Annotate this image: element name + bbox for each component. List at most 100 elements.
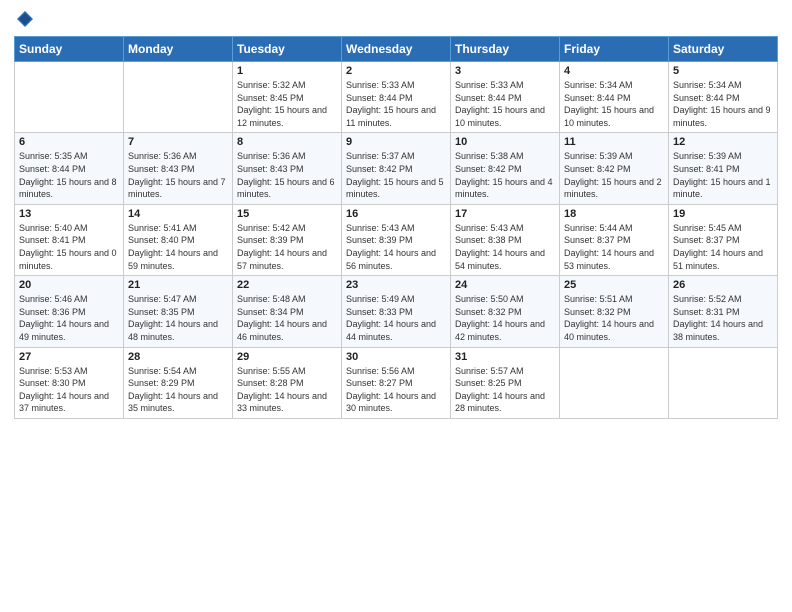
calendar-week-4: 20 Sunrise: 5:46 AM Sunset: 8:36 PM Dayli…	[15, 276, 778, 347]
calendar-cell: 29Sunrise: 5:55 AM Sunset: 8:28 PM Dayli…	[233, 347, 342, 418]
day-info: Sunrise: 5:40 AM Sunset: 8:41 PM Dayligh…	[19, 222, 119, 272]
weekday-header-sunday: Sunday	[15, 37, 124, 62]
day-number: 28	[128, 351, 228, 363]
day-number: 25	[564, 279, 664, 291]
day-number: 22	[237, 279, 337, 291]
day-info: Sunrise: 5:39 AM Sunset: 8:41 PM Dayligh…	[673, 150, 773, 200]
calendar-cell: 14 Sunrise: 5:41 AM Sunset: 8:40 PM Dayli…	[124, 204, 233, 275]
calendar-cell: 4 Sunrise: 5:34 AM Sunset: 8:44 PM Daylig…	[560, 62, 669, 133]
logo	[14, 10, 34, 28]
calendar-cell: 21 Sunrise: 5:47 AM Sunset: 8:35 PM Dayli…	[124, 276, 233, 347]
day-number: 17	[455, 208, 555, 220]
day-number: 20	[19, 279, 119, 291]
day-number: 31	[455, 351, 555, 363]
day-info: Sunrise: 5:38 AM Sunset: 8:42 PM Dayligh…	[455, 150, 555, 200]
day-info: Sunrise: 5:57 AM Sunset: 8:25 PM Dayligh…	[455, 365, 555, 415]
calendar-cell: 24 Sunrise: 5:50 AM Sunset: 8:32 PM Dayli…	[451, 276, 560, 347]
weekday-header-tuesday: Tuesday	[233, 37, 342, 62]
day-number: 10	[455, 136, 555, 148]
calendar-cell: 12Sunrise: 5:39 AM Sunset: 8:41 PM Dayli…	[669, 133, 778, 204]
day-number: 26	[673, 279, 773, 291]
weekday-header-friday: Friday	[560, 37, 669, 62]
weekday-header-row: SundayMondayTuesdayWednesdayThursdayFrid…	[15, 37, 778, 62]
weekday-header-monday: Monday	[124, 37, 233, 62]
day-info: Sunrise: 5:41 AM Sunset: 8:40 PM Dayligh…	[128, 222, 228, 272]
header	[14, 10, 778, 28]
calendar-cell: 26 Sunrise: 5:52 AM Sunset: 8:31 PM Dayli…	[669, 276, 778, 347]
day-info: Sunrise: 5:32 AM Sunset: 8:45 PM Dayligh…	[237, 79, 337, 129]
calendar-cell: 10 Sunrise: 5:38 AM Sunset: 8:42 PM Dayli…	[451, 133, 560, 204]
day-info: Sunrise: 5:52 AM Sunset: 8:31 PM Dayligh…	[673, 293, 773, 343]
day-info: Sunrise: 5:33 AM Sunset: 8:44 PM Dayligh…	[455, 79, 555, 129]
calendar-cell: 5 Sunrise: 5:34 AM Sunset: 8:44 PM Daylig…	[669, 62, 778, 133]
day-number: 9	[346, 136, 446, 148]
day-number: 8	[237, 136, 337, 148]
day-number: 2	[346, 65, 446, 77]
calendar-cell: 18 Sunrise: 5:44 AM Sunset: 8:37 PM Dayli…	[560, 204, 669, 275]
day-info: Sunrise: 5:44 AM Sunset: 8:37 PM Dayligh…	[564, 222, 664, 272]
day-info: Sunrise: 5:36 AM Sunset: 8:43 PM Dayligh…	[128, 150, 228, 200]
day-number: 18	[564, 208, 664, 220]
day-number: 16	[346, 208, 446, 220]
calendar-cell: 25 Sunrise: 5:51 AM Sunset: 8:32 PM Dayli…	[560, 276, 669, 347]
day-number: 24	[455, 279, 555, 291]
day-number: 5	[673, 65, 773, 77]
calendar-cell: 6 Sunrise: 5:35 AM Sunset: 8:44 PM Daylig…	[15, 133, 124, 204]
calendar-cell: 22Sunrise: 5:48 AM Sunset: 8:34 PM Dayli…	[233, 276, 342, 347]
calendar-week-2: 6 Sunrise: 5:35 AM Sunset: 8:44 PM Daylig…	[15, 133, 778, 204]
day-number: 15	[237, 208, 337, 220]
calendar-cell: 3 Sunrise: 5:33 AM Sunset: 8:44 PM Daylig…	[451, 62, 560, 133]
logo-flag-icon	[16, 10, 34, 28]
day-number: 30	[346, 351, 446, 363]
calendar-cell: 8 Sunrise: 5:36 AM Sunset: 8:43 PM Daylig…	[233, 133, 342, 204]
day-info: Sunrise: 5:43 AM Sunset: 8:38 PM Dayligh…	[455, 222, 555, 272]
calendar-cell	[560, 347, 669, 418]
calendar-cell	[669, 347, 778, 418]
calendar-cell	[124, 62, 233, 133]
day-number: 4	[564, 65, 664, 77]
day-info: Sunrise: 5:46 AM Sunset: 8:36 PM Dayligh…	[19, 293, 119, 343]
day-info: Sunrise: 5:49 AM Sunset: 8:33 PM Dayligh…	[346, 293, 446, 343]
calendar-cell: 1Sunrise: 5:32 AM Sunset: 8:45 PM Daylig…	[233, 62, 342, 133]
weekday-header-thursday: Thursday	[451, 37, 560, 62]
calendar-week-5: 27Sunrise: 5:53 AM Sunset: 8:30 PM Dayli…	[15, 347, 778, 418]
day-info: Sunrise: 5:34 AM Sunset: 8:44 PM Dayligh…	[564, 79, 664, 129]
day-number: 19	[673, 208, 773, 220]
day-number: 6	[19, 136, 119, 148]
weekday-header-saturday: Saturday	[669, 37, 778, 62]
day-number: 13	[19, 208, 119, 220]
day-number: 14	[128, 208, 228, 220]
day-info: Sunrise: 5:50 AM Sunset: 8:32 PM Dayligh…	[455, 293, 555, 343]
calendar-cell: 23 Sunrise: 5:49 AM Sunset: 8:33 PM Dayli…	[342, 276, 451, 347]
calendar-cell: 17 Sunrise: 5:43 AM Sunset: 8:38 PM Dayli…	[451, 204, 560, 275]
day-info: Sunrise: 5:42 AM Sunset: 8:39 PM Dayligh…	[237, 222, 337, 272]
calendar-cell: 27Sunrise: 5:53 AM Sunset: 8:30 PM Dayli…	[15, 347, 124, 418]
day-info: Sunrise: 5:35 AM Sunset: 8:44 PM Dayligh…	[19, 150, 119, 200]
day-number: 3	[455, 65, 555, 77]
day-info: Sunrise: 5:36 AM Sunset: 8:43 PM Dayligh…	[237, 150, 337, 200]
day-info: Sunrise: 5:47 AM Sunset: 8:35 PM Dayligh…	[128, 293, 228, 343]
calendar-cell	[15, 62, 124, 133]
calendar-cell: 28 Sunrise: 5:54 AM Sunset: 8:29 PM Dayli…	[124, 347, 233, 418]
day-info: Sunrise: 5:53 AM Sunset: 8:30 PM Dayligh…	[19, 365, 119, 415]
calendar-cell: 19 Sunrise: 5:45 AM Sunset: 8:37 PM Dayli…	[669, 204, 778, 275]
day-info: Sunrise: 5:37 AM Sunset: 8:42 PM Dayligh…	[346, 150, 446, 200]
calendar-cell: 11 Sunrise: 5:39 AM Sunset: 8:42 PM Dayli…	[560, 133, 669, 204]
day-info: Sunrise: 5:34 AM Sunset: 8:44 PM Dayligh…	[673, 79, 773, 129]
calendar-cell: 2 Sunrise: 5:33 AM Sunset: 8:44 PM Daylig…	[342, 62, 451, 133]
day-info: Sunrise: 5:51 AM Sunset: 8:32 PM Dayligh…	[564, 293, 664, 343]
day-info: Sunrise: 5:56 AM Sunset: 8:27 PM Dayligh…	[346, 365, 446, 415]
day-number: 7	[128, 136, 228, 148]
day-info: Sunrise: 5:33 AM Sunset: 8:44 PM Dayligh…	[346, 79, 446, 129]
day-info: Sunrise: 5:39 AM Sunset: 8:42 PM Dayligh…	[564, 150, 664, 200]
calendar-cell: 30 Sunrise: 5:56 AM Sunset: 8:27 PM Dayli…	[342, 347, 451, 418]
day-number: 11	[564, 136, 664, 148]
day-info: Sunrise: 5:54 AM Sunset: 8:29 PM Dayligh…	[128, 365, 228, 415]
calendar-cell: 20 Sunrise: 5:46 AM Sunset: 8:36 PM Dayli…	[15, 276, 124, 347]
day-info: Sunrise: 5:45 AM Sunset: 8:37 PM Dayligh…	[673, 222, 773, 272]
weekday-header-wednesday: Wednesday	[342, 37, 451, 62]
day-number: 21	[128, 279, 228, 291]
calendar-cell: 15 Sunrise: 5:42 AM Sunset: 8:39 PM Dayli…	[233, 204, 342, 275]
day-number: 23	[346, 279, 446, 291]
page: SundayMondayTuesdayWednesdayThursdayFrid…	[0, 0, 792, 612]
